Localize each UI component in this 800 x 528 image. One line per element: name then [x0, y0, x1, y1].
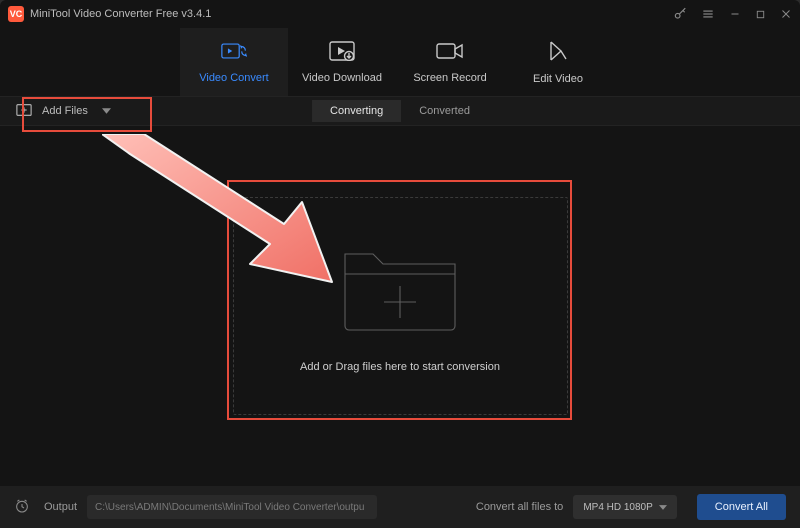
convert-all-to-label: Convert all files to [476, 501, 563, 513]
sub-toolbar: Add Files Converting Converted [0, 96, 800, 126]
output-label: Output [44, 501, 77, 513]
close-button[interactable] [780, 8, 792, 20]
app-logo-icon: VC [8, 6, 24, 22]
drop-zone[interactable]: Add or Drag files here to start conversi… [233, 197, 568, 415]
output-format-select[interactable]: MP4 HD 1080P [573, 495, 676, 519]
nav-label: Video Download [302, 72, 382, 84]
tab-video-download[interactable]: Video Download [288, 28, 396, 96]
subtab-converted[interactable]: Converted [401, 100, 488, 122]
convert-icon [221, 41, 247, 64]
main-area: Add or Drag files here to start conversi… [0, 126, 800, 486]
subtab-converting[interactable]: Converting [312, 100, 401, 122]
menu-icon[interactable] [701, 7, 715, 21]
record-icon [436, 41, 464, 64]
nav-label: Edit Video [533, 73, 583, 85]
conversion-subtabs: Converting Converted [312, 100, 488, 122]
minimize-button[interactable] [729, 8, 741, 20]
format-selected-text: MP4 HD 1080P [583, 502, 652, 513]
key-icon[interactable] [673, 7, 687, 21]
nav-label: Video Convert [199, 72, 269, 84]
convert-all-button[interactable]: Convert All [697, 494, 786, 520]
bottom-bar: Output C:\Users\ADMIN\Documents\MiniTool… [0, 486, 800, 528]
primary-nav: Video Convert Video Download Screen Reco… [0, 28, 800, 96]
output-path-field[interactable]: C:\Users\ADMIN\Documents\MiniTool Video … [87, 495, 377, 519]
clock-icon[interactable] [14, 498, 30, 517]
add-files-button[interactable]: Add Files [0, 96, 127, 126]
folder-plus-icon [341, 240, 459, 337]
add-file-icon [16, 103, 32, 120]
add-files-label: Add Files [42, 105, 88, 117]
chevron-down-icon [102, 105, 111, 117]
download-icon [329, 41, 355, 64]
tab-video-convert[interactable]: Video Convert [180, 28, 288, 96]
nav-label: Screen Record [413, 72, 486, 84]
output-path-text: C:\Users\ADMIN\Documents\MiniTool Video … [95, 502, 364, 513]
window-title: MiniTool Video Converter Free v3.4.1 [30, 8, 211, 20]
tab-edit-video[interactable]: Edit Video [504, 28, 612, 96]
chevron-down-icon [659, 502, 667, 513]
app-window: VC MiniTool Video Converter Free v3.4.1 [0, 0, 800, 528]
tab-screen-record[interactable]: Screen Record [396, 28, 504, 96]
drop-hint-text: Add or Drag files here to start conversi… [300, 361, 500, 373]
maximize-button[interactable] [755, 9, 766, 20]
window-controls [673, 7, 792, 21]
edit-icon [547, 40, 569, 65]
titlebar: VC MiniTool Video Converter Free v3.4.1 [0, 0, 800, 28]
